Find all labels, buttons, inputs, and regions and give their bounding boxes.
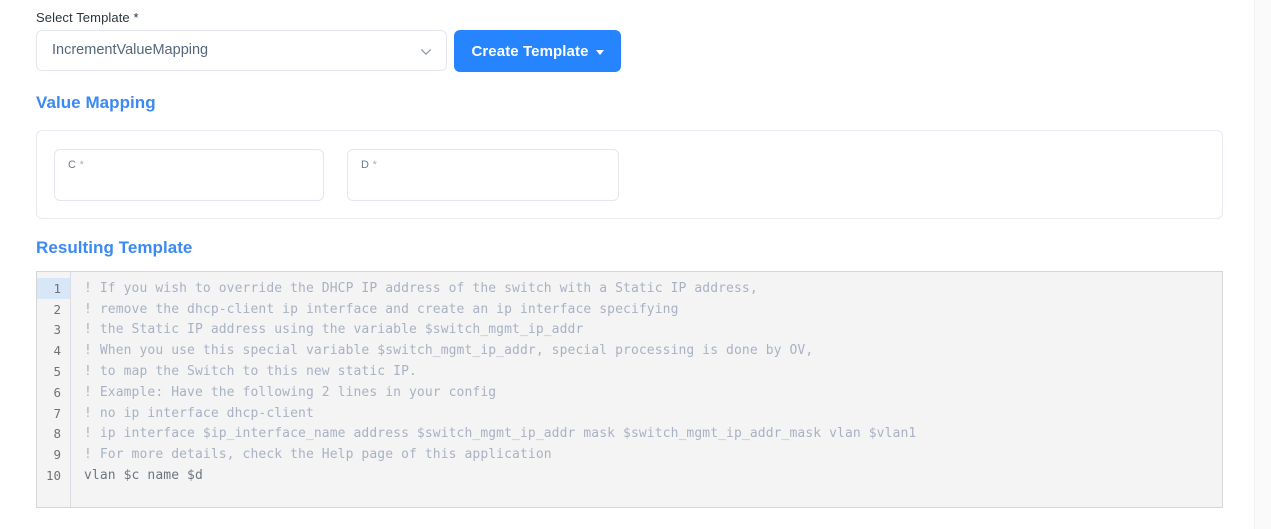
select-template-value: IncrementValueMapping	[52, 42, 208, 58]
code-line-text: ! If you wish to override the DHCP IP ad…	[70, 281, 758, 296]
code-line-list: 1! If you wish to override the DHCP IP a…	[37, 278, 1222, 486]
code-line-row: 5! to map the Switch to this new static …	[37, 361, 1222, 382]
code-line-number: 10	[37, 465, 70, 486]
code-line-number: 4	[37, 340, 70, 361]
code-line-text: ! no ip interface dhcp-client	[70, 406, 314, 421]
code-line-row: 6! Example: Have the following 2 lines i…	[37, 382, 1222, 403]
code-line-number: 5	[37, 361, 70, 382]
code-line-number: 3	[37, 320, 70, 341]
value-mapping-input-c[interactable]: C *	[54, 149, 324, 201]
value-mapping-panel: C * D *	[36, 130, 1223, 219]
code-line-number: 1	[37, 278, 70, 299]
code-line-number: 8	[37, 424, 70, 445]
required-asterisk: *	[373, 159, 378, 171]
code-line-text: ! For more details, check the Help page …	[70, 447, 552, 462]
code-line-text: ! When you use this special variable $sw…	[70, 343, 813, 358]
resulting-template-heading: Resulting Template	[36, 238, 192, 258]
code-line-number: 6	[37, 382, 70, 403]
create-template-button[interactable]: Create Template	[454, 30, 621, 72]
page-content: Select Template * IncrementValueMapping …	[0, 0, 1255, 529]
value-mapping-input-d[interactable]: D *	[347, 149, 619, 201]
select-template-dropdown[interactable]: IncrementValueMapping	[36, 30, 447, 71]
code-line-number: 9	[37, 444, 70, 465]
required-asterisk: *	[80, 159, 85, 171]
code-line-text: vlan $c name $d	[70, 468, 203, 483]
page-right-gutter	[1254, 0, 1271, 529]
value-mapping-input-d-label-text: D	[361, 159, 369, 171]
value-mapping-heading: Value Mapping	[36, 93, 156, 113]
code-line-row: 8! ip interface $ip_interface_name addre…	[37, 424, 1222, 445]
value-mapping-input-d-label: D *	[361, 159, 377, 171]
code-line-row: 1! If you wish to override the DHCP IP a…	[37, 278, 1222, 299]
caret-down-icon	[596, 50, 604, 55]
code-line-row: 4! When you use this special variable $s…	[37, 340, 1222, 361]
select-template-label: Select Template *	[36, 10, 139, 25]
code-line-number: 2	[37, 299, 70, 320]
code-line-row: 10vlan $c name $d	[37, 465, 1222, 486]
resulting-template-code-block[interactable]: 1! If you wish to override the DHCP IP a…	[36, 271, 1223, 508]
code-line-text: ! ip interface $ip_interface_name addres…	[70, 426, 916, 441]
code-line-row: 3! the Static IP address using the varia…	[37, 320, 1222, 341]
code-line-row: 7! no ip interface dhcp-client	[37, 403, 1222, 424]
code-line-text: ! remove the dhcp-client ip interface an…	[70, 302, 679, 317]
code-line-text: ! the Static IP address using the variab…	[70, 322, 583, 337]
code-gutter-divider	[70, 272, 71, 507]
code-line-row: 9! For more details, check the Help page…	[37, 444, 1222, 465]
chevron-down-icon[interactable]	[419, 45, 433, 59]
value-mapping-input-c-label: C *	[68, 159, 84, 171]
value-mapping-input-c-label-text: C	[68, 159, 76, 171]
code-line-row: 2! remove the dhcp-client ip interface a…	[37, 299, 1222, 320]
code-line-number: 7	[37, 403, 70, 424]
create-template-button-label: Create Template	[471, 43, 588, 60]
code-line-text: ! Example: Have the following 2 lines in…	[70, 385, 496, 400]
code-line-text: ! to map the Switch to this new static I…	[70, 364, 417, 379]
